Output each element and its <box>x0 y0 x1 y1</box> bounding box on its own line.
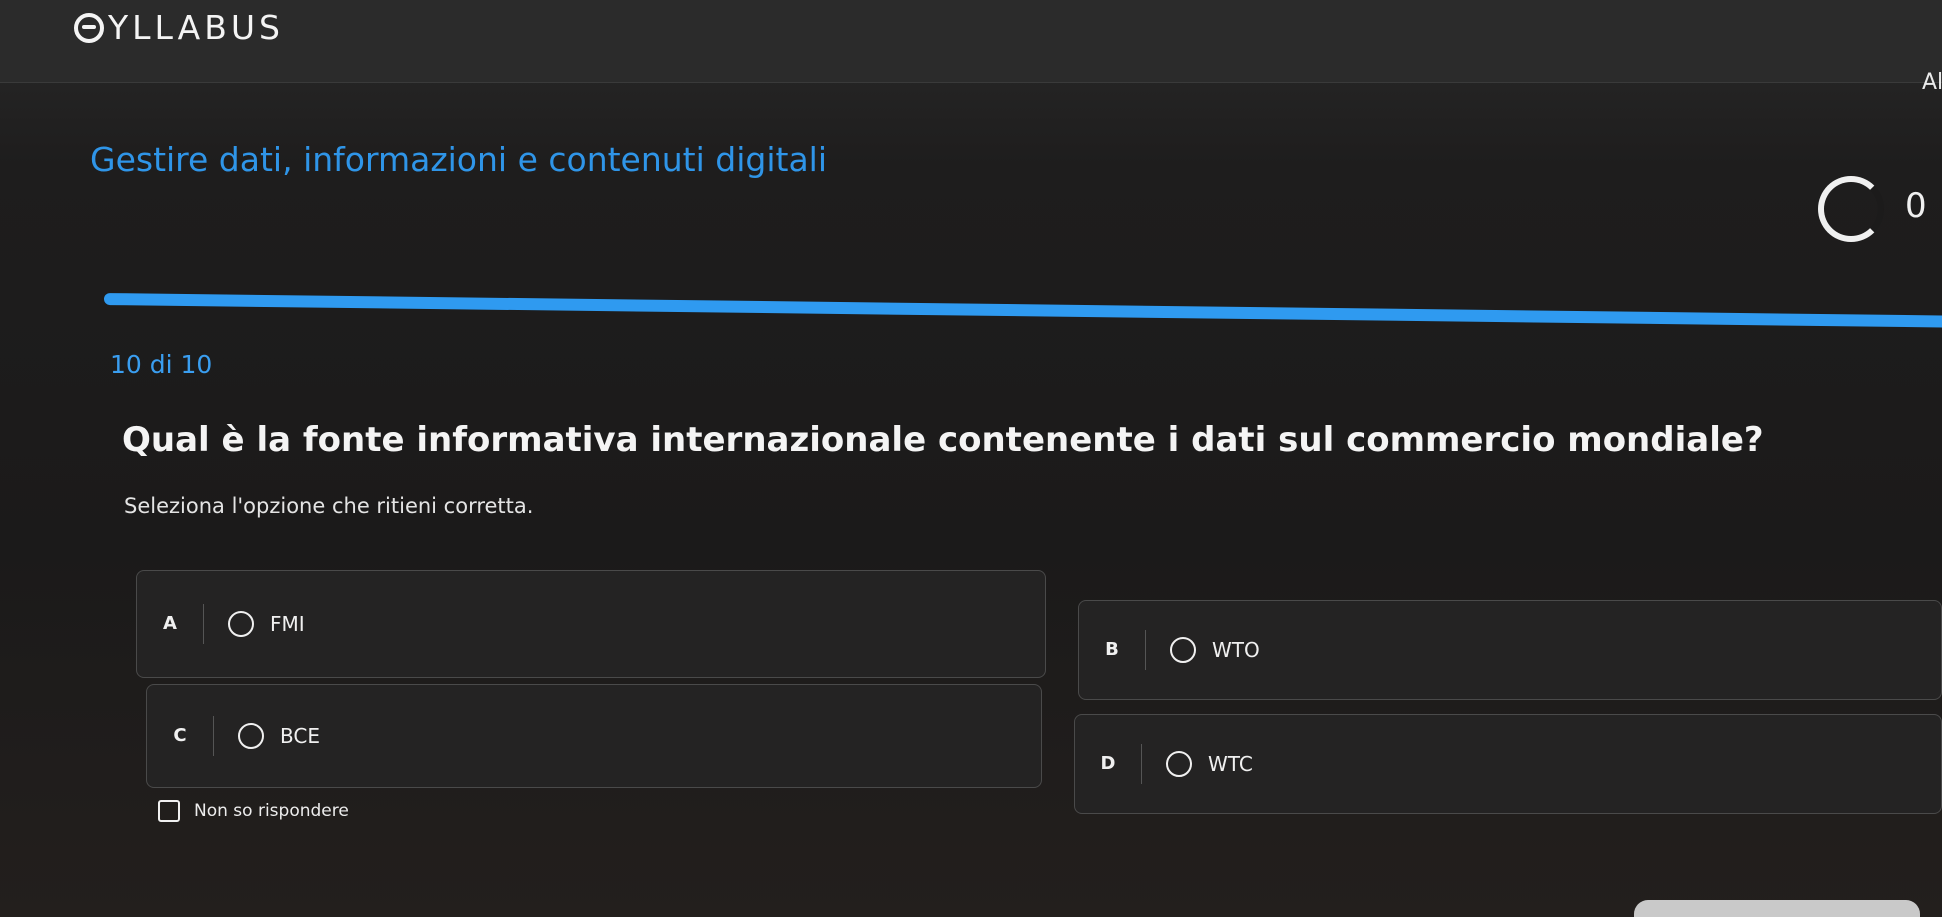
answer-option-d[interactable]: D WTC <box>1074 714 1942 814</box>
progress-bar <box>104 293 1942 328</box>
option-label: BCE <box>280 724 320 748</box>
dont-know-checkbox[interactable] <box>158 800 180 822</box>
section-title: Gestire dati, informazioni e contenuti d… <box>90 140 828 179</box>
option-letter: A <box>137 604 204 644</box>
radio-button[interactable] <box>1166 751 1192 777</box>
radio-button[interactable] <box>1170 637 1196 663</box>
next-button[interactable] <box>1634 900 1920 917</box>
quiz-page: YLLABUS Al Gestire dati, informazioni e … <box>0 0 1942 917</box>
dont-know-label: Non so rispondere <box>194 801 349 821</box>
question-counter: 10 di 10 <box>110 350 213 379</box>
user-avatar[interactable]: Al <box>1922 70 1942 95</box>
answer-option-b[interactable]: B WTO <box>1078 600 1942 700</box>
option-label: WTO <box>1212 638 1260 662</box>
logo-text: YLLABUS <box>108 8 285 47</box>
timer-value: 0 <box>1905 186 1927 226</box>
option-letter: C <box>147 716 214 756</box>
logo-s-icon <box>74 12 104 43</box>
option-label: FMI <box>270 612 305 636</box>
option-label: WTC <box>1208 752 1253 776</box>
radio-button[interactable] <box>228 611 254 637</box>
option-letter: D <box>1075 744 1142 784</box>
dont-know-option[interactable]: Non so rispondere <box>158 800 349 822</box>
question-text: Qual è la fonte informativa internaziona… <box>122 420 1764 460</box>
syllabus-logo[interactable]: YLLABUS <box>74 8 284 47</box>
answer-option-a[interactable]: A FMI <box>136 570 1046 678</box>
timer-ring-icon <box>1818 176 1884 242</box>
answer-option-c[interactable]: C BCE <box>146 684 1042 788</box>
radio-button[interactable] <box>238 723 264 749</box>
instruction-text: Seleziona l'opzione che ritieni corretta… <box>124 494 534 518</box>
option-letter: B <box>1079 630 1146 670</box>
top-bar: YLLABUS Al <box>0 0 1942 95</box>
